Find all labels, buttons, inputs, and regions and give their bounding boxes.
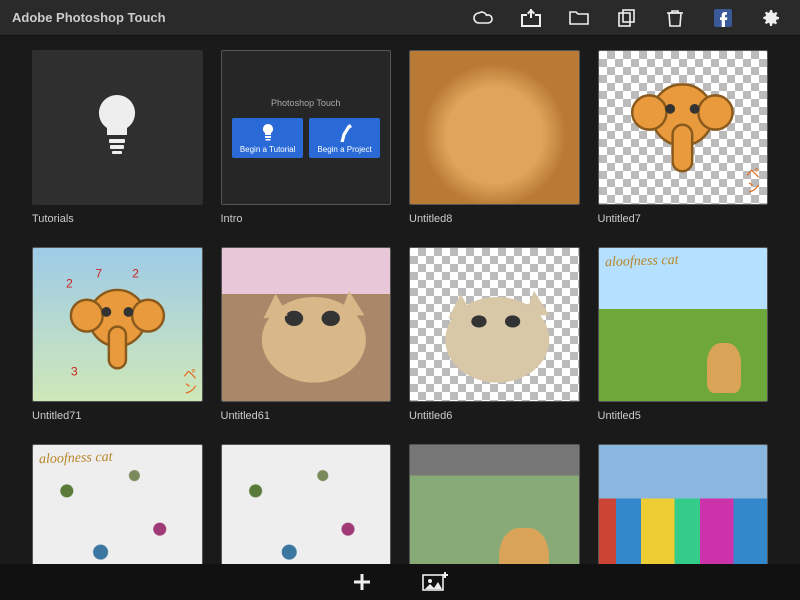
overlay-text: aloofness cat <box>604 253 678 272</box>
project-label: Untitled8 <box>409 213 580 225</box>
trash-icon[interactable] <box>658 1 692 35</box>
project-thumbnail-intro[interactable]: Photoshop Touch Begin a Tutorial Begin a… <box>221 50 392 205</box>
project-label: Intro <box>221 213 392 225</box>
begin-project-label: Begin a Project <box>317 145 371 154</box>
project-item: Tutorials <box>32 50 203 229</box>
svg-text:2: 2 <box>132 267 139 281</box>
cat-art <box>222 248 391 401</box>
project-item: Photoshop Touch Begin a Tutorial Begin a… <box>221 50 392 229</box>
overlay-text: ペン <box>741 166 762 195</box>
elephant-art: 2 7 2 3 <box>33 248 202 401</box>
project-item: 2 7 2 3 ペン Untitled71 <box>32 247 203 426</box>
begin-tutorial-label: Begin a Tutorial <box>240 145 296 154</box>
app-title: Adobe Photoshop Touch <box>12 10 166 25</box>
project-gallery: Tutorials Photoshop Touch Begin a Tutori… <box>0 36 800 600</box>
overlay-text: aloofness cat <box>39 450 113 469</box>
top-bar: Adobe Photoshop Touch <box>0 0 800 36</box>
project-label: Untitled5 <box>598 410 769 422</box>
begin-tutorial-button[interactable]: Begin a Tutorial <box>232 118 304 158</box>
project-thumbnail[interactable]: aloofness cat <box>598 247 769 402</box>
project-label: Untitled71 <box>32 410 203 422</box>
project-thumbnail[interactable]: 2 7 2 3 ペン <box>32 247 203 402</box>
project-item: Untitled6 <box>409 247 580 426</box>
settings-icon[interactable] <box>754 1 788 35</box>
new-project-button[interactable] <box>352 572 372 592</box>
folder-icon[interactable] <box>562 1 596 35</box>
plus-icon <box>352 572 372 592</box>
project-thumbnail-tutorials[interactable] <box>32 50 203 205</box>
svg-text:2: 2 <box>66 277 73 291</box>
project-label: Untitled7 <box>598 213 769 225</box>
duplicate-icon[interactable] <box>610 1 644 35</box>
project-thumbnail[interactable] <box>409 247 580 402</box>
project-thumbnail[interactable] <box>409 50 580 205</box>
svg-text:3: 3 <box>71 365 78 379</box>
intro-button-row: Begin a Tutorial Begin a Project <box>232 118 380 158</box>
project-item: Untitled61 <box>221 247 392 426</box>
svg-text:7: 7 <box>95 267 102 281</box>
cat-art <box>410 248 579 401</box>
new-from-camera-button[interactable] <box>422 572 448 592</box>
project-thumbnail[interactable]: ペン <box>598 50 769 205</box>
project-item: Untitled8 <box>409 50 580 229</box>
intro-title: Photoshop Touch <box>271 98 340 108</box>
project-item: ペン Untitled7 <box>598 50 769 229</box>
bottom-bar <box>0 564 800 600</box>
project-thumbnail[interactable] <box>221 247 392 402</box>
lightbulb-icon <box>92 93 142 163</box>
facebook-icon[interactable] <box>706 1 740 35</box>
begin-project-button[interactable]: Begin a Project <box>309 118 379 158</box>
project-item: aloofness cat Untitled5 <box>598 247 769 426</box>
creative-cloud-icon[interactable] <box>466 1 500 35</box>
share-icon[interactable] <box>514 1 548 35</box>
project-label: Untitled6 <box>409 410 580 422</box>
project-label: Untitled61 <box>221 410 392 422</box>
project-label: Tutorials <box>32 213 203 225</box>
image-plus-icon <box>422 572 448 592</box>
overlay-text: ペン <box>177 367 198 396</box>
